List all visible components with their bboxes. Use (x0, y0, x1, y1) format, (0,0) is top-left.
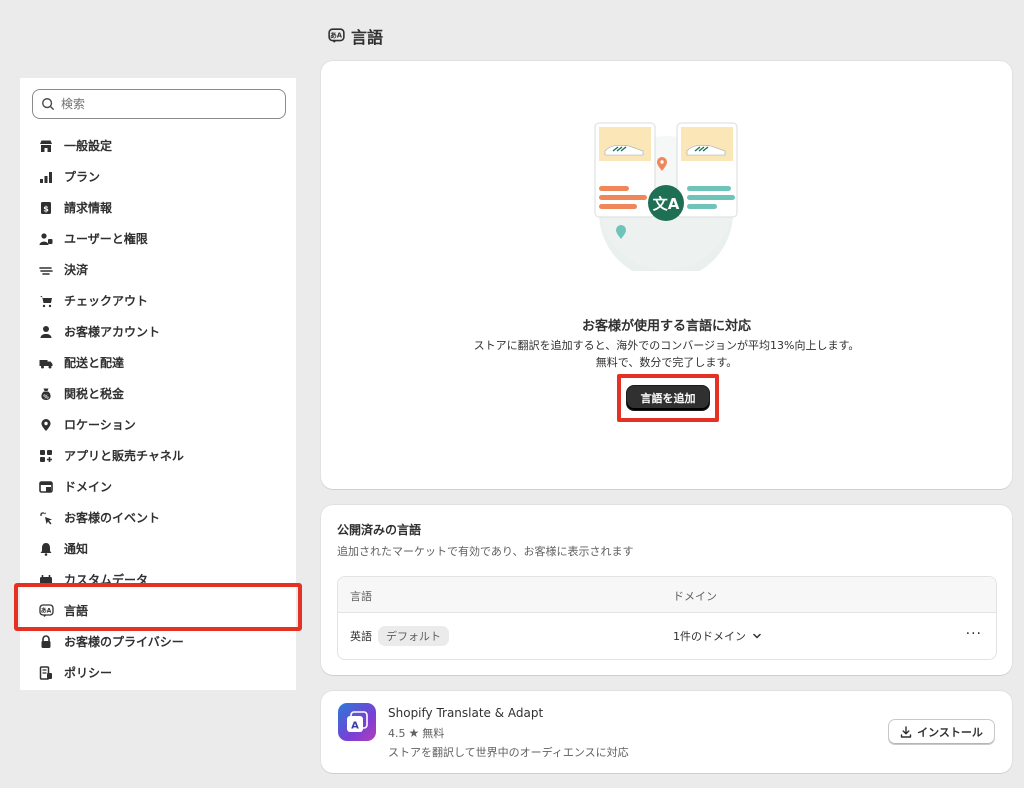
page-title-text: 言語 (351, 28, 384, 47)
sidebar-item-customer-events[interactable]: お客様のイベント (20, 502, 296, 533)
search-icon (42, 98, 54, 110)
languages-table: 言語 ドメイン 英語 デフォルト 1件のドメイン ··· (337, 576, 997, 660)
sidebar-item-apps-channels[interactable]: アプリと販売チャネル (20, 440, 296, 471)
settings-sidebar: 一般設定 プラン $ 請求情報 ユーザーと権限 決済 チェックアウト お客様アカ… (20, 78, 296, 690)
sidebar-item-label: ユーザーと権限 (64, 232, 148, 246)
sidebar-item-domains[interactable]: ドメイン (20, 471, 296, 502)
translate-app-icon: A (338, 703, 376, 741)
svg-text:A: A (46, 607, 51, 614)
sidebar-item-label: お客様アカウント (64, 325, 161, 339)
language-name: 英語 (350, 630, 372, 643)
table-header: 言語 ドメイン (338, 577, 996, 613)
sidebar-item-general[interactable]: 一般設定 (20, 130, 296, 161)
sidebar-item-label: お客様のイベント (64, 511, 161, 525)
location-pin-icon (38, 417, 54, 433)
svg-text:A: A (351, 721, 359, 732)
app-description: ストアを翻訳して世界中のオーディエンスに対応 (388, 746, 629, 759)
section-subtitle: 追加されたマーケットで有効であり、お客様に表示されます (337, 545, 634, 558)
app-promo-card: A Shopify Translate & Adapt 4.5 ★ 無料 ストア… (321, 691, 1012, 773)
domain-count: 1件のドメイン (673, 630, 746, 643)
sidebar-item-label: 請求情報 (64, 201, 113, 215)
sidebar-item-label: ロケーション (64, 418, 136, 432)
policy-icon (38, 665, 54, 681)
truck-icon (38, 355, 54, 371)
sidebar-item-label: 一般設定 (64, 139, 113, 153)
sidebar-item-label: ポリシー (64, 666, 113, 680)
sidebar-item-label: 関税と税金 (64, 387, 125, 401)
cart-icon (38, 293, 54, 309)
person-icon (38, 324, 54, 340)
sidebar-item-billing[interactable]: $ 請求情報 (20, 192, 296, 223)
domain-dropdown[interactable]: 1件のドメイン (673, 628, 763, 644)
chevron-down-icon (753, 633, 761, 639)
sidebar-item-notifications[interactable]: 通知 (20, 533, 296, 564)
svg-text:A: A (337, 32, 343, 40)
sidebar-item-label: お客様のプライバシー (64, 635, 184, 649)
language-icon: あA (328, 28, 345, 44)
custom-data-icon (38, 572, 54, 588)
cursor-click-icon (38, 510, 54, 526)
svg-text:文A: 文A (653, 195, 680, 213)
domain-icon (38, 479, 54, 495)
sidebar-item-label: 通知 (64, 542, 89, 556)
billing-icon: $ (38, 200, 54, 216)
search-input[interactable] (61, 97, 261, 111)
sidebar-item-users[interactable]: ユーザーと権限 (20, 223, 296, 254)
rating-value: 4.5 (388, 726, 406, 740)
sidebar-item-custom-data[interactable]: カスタムデータ (20, 564, 296, 595)
sidebar-item-shipping[interactable]: 配送と配達 (20, 347, 296, 378)
app-name[interactable]: Shopify Translate & Adapt (388, 706, 543, 720)
sidebar-item-customer-privacy[interactable]: お客様のプライバシー (20, 626, 296, 657)
install-button[interactable]: インストール (888, 719, 995, 745)
app-rating: 4.5 ★ 無料 (388, 725, 444, 741)
settings-nav: 一般設定 プラン $ 請求情報 ユーザーと権限 決済 チェックアウト お客様アカ… (20, 130, 296, 688)
sidebar-item-label: 決済 (64, 263, 89, 277)
app-price: 無料 (422, 727, 445, 740)
svg-text:$: $ (43, 204, 49, 213)
plan-chart-icon (38, 169, 54, 185)
sidebar-item-languages[interactable]: あA 言語 (20, 595, 296, 626)
sidebar-item-payments[interactable]: 決済 (20, 254, 296, 285)
published-languages-card: 公開済みの言語 追加されたマーケットで有効であり、お客様に表示されます 言語 ド… (321, 505, 1012, 675)
language-cell: 英語 デフォルト (350, 626, 449, 646)
onboarding-description: ストアに翻訳を追加すると、海外でのコンバージョンが平均13%向上します。無料で、… (473, 339, 860, 369)
sidebar-item-label: チェックアウト (64, 294, 149, 308)
more-actions-button[interactable]: ··· (966, 626, 982, 642)
default-badge: デフォルト (378, 626, 449, 646)
section-title: 公開済みの言語 (337, 523, 422, 537)
sidebar-item-customer-accounts[interactable]: お客様アカウント (20, 316, 296, 347)
sidebar-item-locations[interactable]: ロケーション (20, 409, 296, 440)
language-icon: あA (38, 603, 54, 619)
sidebar-item-label: 配送と配達 (64, 356, 125, 370)
sidebar-item-label: カスタムデータ (64, 573, 149, 587)
sidebar-item-label: プラン (64, 170, 101, 184)
download-icon (900, 726, 912, 738)
store-icon (38, 138, 54, 154)
apps-icon (38, 448, 54, 464)
add-language-button[interactable]: 言語を追加 (627, 386, 709, 410)
onboarding-title: お客様が使用する言語に対応 (581, 319, 751, 334)
language-onboarding-card: 文A お客様が使用する言語に対応 ストアに翻訳を追加すると、海外でのコンバージョ… (321, 61, 1012, 489)
sidebar-item-duties-taxes[interactable]: % 関税と税金 (20, 378, 296, 409)
sidebar-item-checkout[interactable]: チェックアウト (20, 285, 296, 316)
sidebar-item-policies[interactable]: ポリシー (20, 657, 296, 688)
payments-icon (38, 262, 54, 278)
users-icon (38, 231, 54, 247)
column-header-language: 言語 (350, 590, 372, 603)
sidebar-item-label: ドメイン (64, 480, 113, 494)
search-field[interactable] (32, 89, 286, 119)
page-title: あA 言語 (328, 24, 383, 48)
lock-icon (38, 634, 54, 650)
svg-text:%: % (43, 394, 49, 400)
column-header-domain: ドメイン (673, 590, 717, 603)
table-row[interactable]: 英語 デフォルト 1件のドメイン ··· (338, 613, 996, 659)
star-icon: ★ (408, 726, 420, 740)
translation-illustration: 文A (594, 122, 738, 271)
install-label: インストール (917, 726, 983, 739)
bell-icon (38, 541, 54, 557)
tax-bag-icon: % (38, 386, 54, 402)
sidebar-item-label: 言語 (64, 604, 89, 618)
sidebar-item-label: アプリと販売チャネル (64, 449, 184, 463)
sidebar-item-plan[interactable]: プラン (20, 161, 296, 192)
